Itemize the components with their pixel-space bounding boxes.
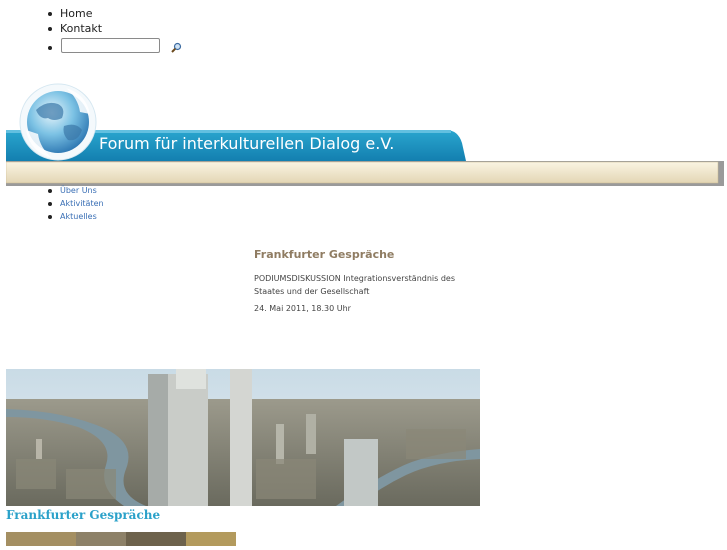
gallery-caption[interactable]: Frankfurter Gespräche [6,508,160,522]
bullet-icon [48,12,52,16]
nav-item-label: Home [60,7,93,20]
search-icon[interactable] [170,39,182,53]
subnav-item-label: Aktuelles [60,212,97,221]
top-navigation: Home Kontakt [0,0,727,70]
subnav-item-label: Aktivitäten [60,199,104,208]
nav-item-label: Kontakt [60,22,103,35]
bullet-icon [48,189,52,193]
bullet-icon [48,215,52,219]
bullet-icon [48,202,52,206]
search-input[interactable] [61,38,160,53]
banner-title: Forum für interkulturellen Dialog e.V. [99,134,395,153]
bullet-icon [48,46,52,50]
bullet-icon [48,27,52,31]
site-banner[interactable]: Forum für interkulturellen Dialog e.V. [5,78,726,188]
article-title[interactable]: Frankfurter Gespräche [254,248,394,261]
article-date: 24. Mai 2011, 18.30 Uhr [254,304,351,313]
event-photo[interactable] [6,531,236,546]
article-body: PODIUMSDISKUSSION Integrationsverständni… [254,274,456,296]
subnav-item-label: Über Uns [60,186,97,195]
frankfurt-skyline-photo[interactable] [6,369,480,506]
